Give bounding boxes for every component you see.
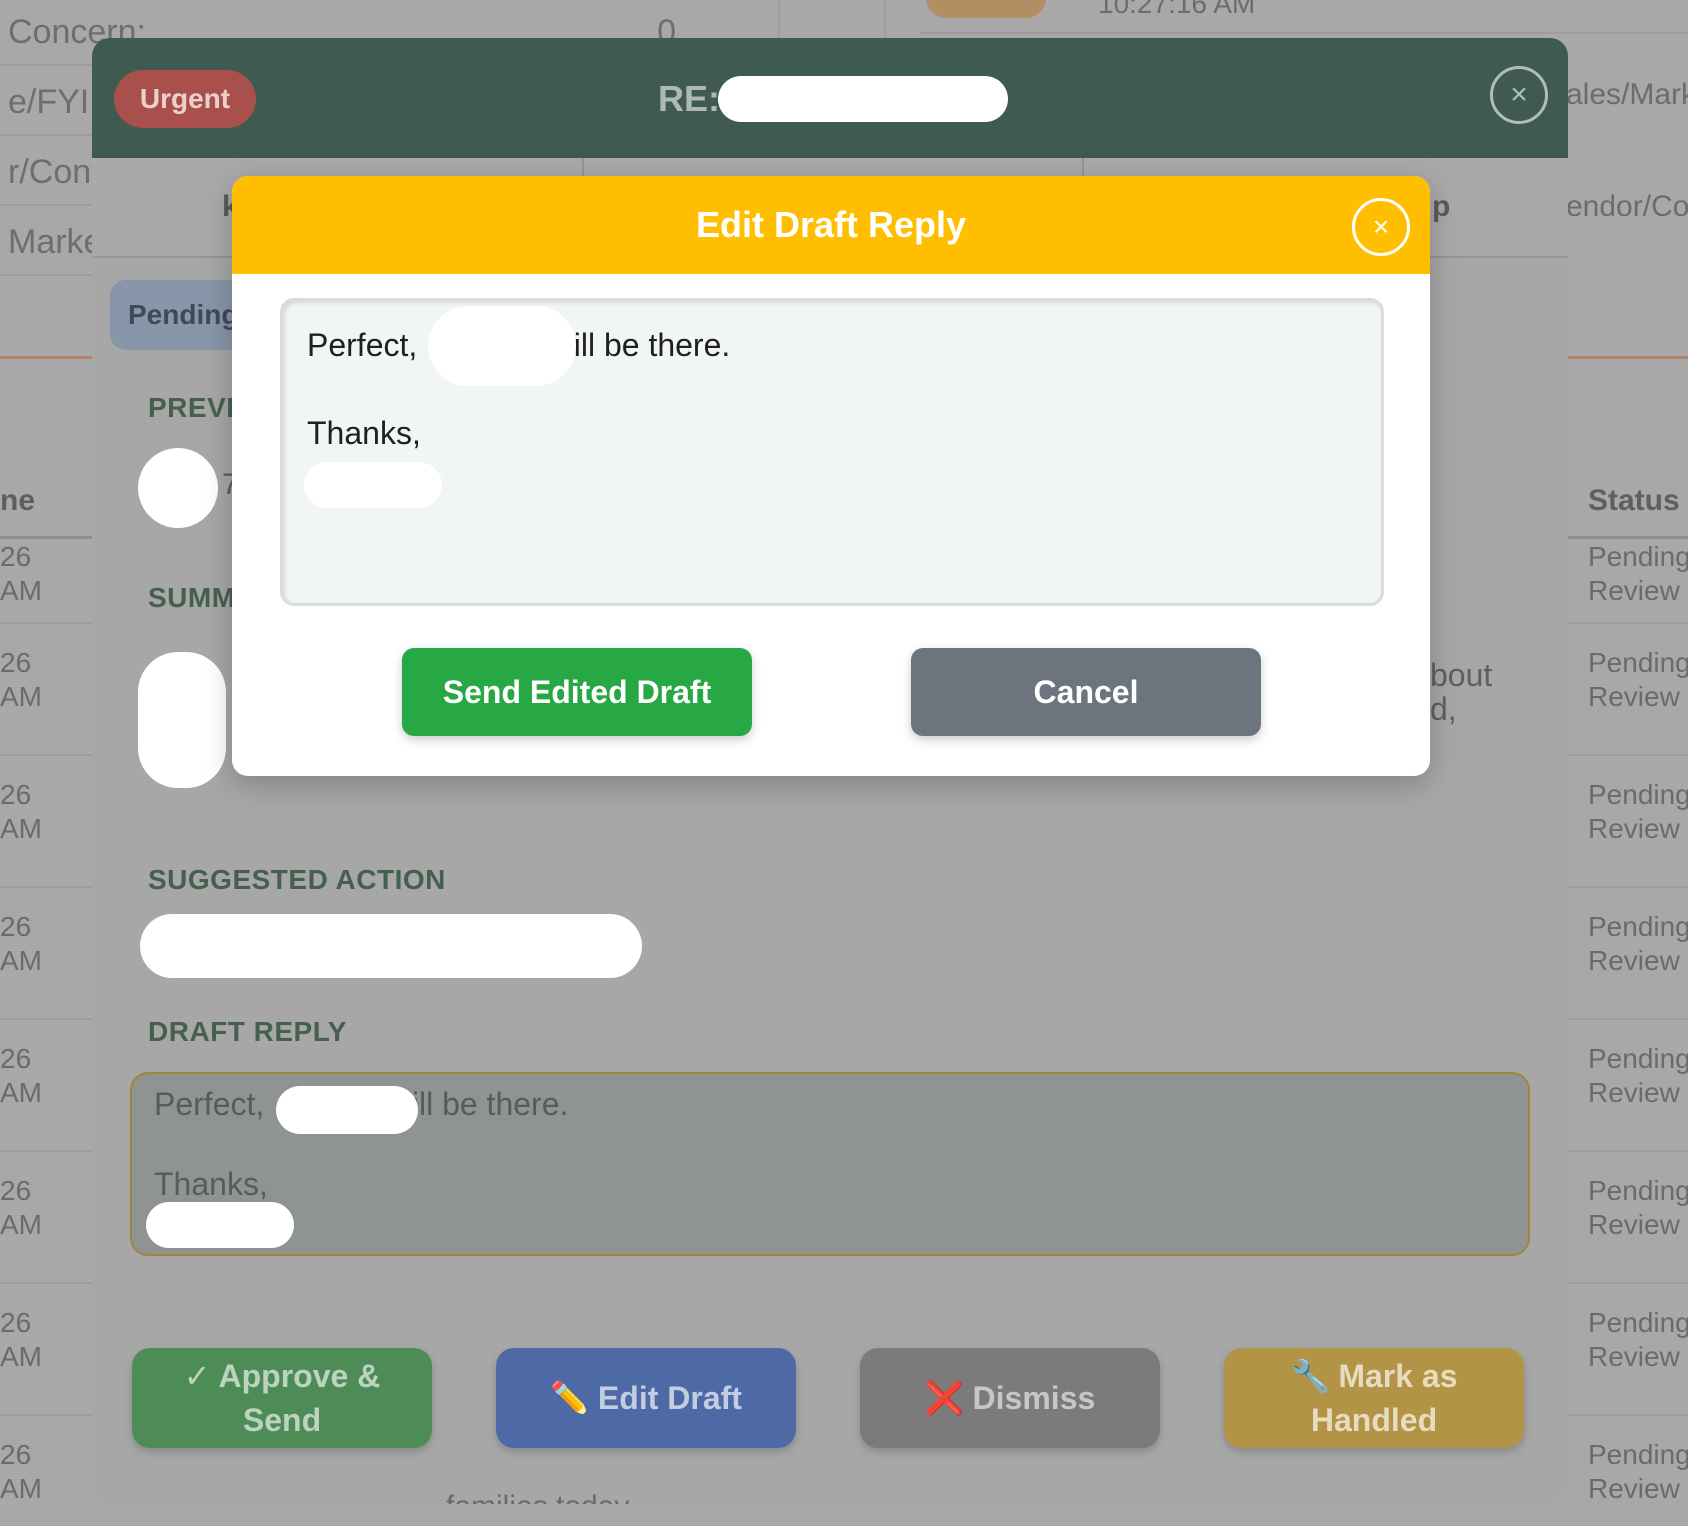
stat-label: e/FYI: [8,83,99,121]
row-time: 26 AM [0,1439,42,1504]
row-status: Pending Review [1588,1439,1688,1504]
category-cell: endor/Co [1566,190,1688,223]
section-label-draft-reply: DRAFT REPLY [148,1016,347,1047]
row-status: Pending Review [1588,1175,1688,1240]
edit-modal-title: Edit Draft Reply [695,204,967,245]
mark-handled-button[interactable]: 🔧 Mark as Handled [1224,1348,1524,1448]
section-label-preview: PREVI [148,392,235,423]
divider [1568,536,1688,539]
row-status: Pending Review [1588,541,1688,606]
close-icon: × [1372,211,1390,242]
row-time: 26 AM [0,541,42,606]
row-status: Pending Review [1588,1043,1688,1108]
category-cell: ales/Mark [1566,78,1688,111]
redacted-subject [718,76,1008,122]
divider [1082,158,1084,178]
send-edited-draft-button[interactable]: Send Edited Draft [402,648,752,736]
stat-label: r/Cont [8,153,101,191]
table-row-status: Pending Review [1568,1152,1688,1284]
category-pill [926,0,1046,18]
table-row-status: Pending Review [1568,624,1688,756]
redacted-summary [138,652,226,788]
column-header-status: Status [1588,484,1680,517]
edit-modal-header: Edit Draft Reply × [232,176,1430,274]
avatar [138,448,218,528]
summary-text: bout d, [1430,657,1493,727]
checkmark-icon: ✓ [183,1358,211,1394]
row-time: 26 AM [0,1175,42,1240]
divider [920,32,1688,34]
stat-label: Marke [8,223,103,261]
row-time: 26 AM [0,911,42,976]
row-time: 26 AM [0,1307,42,1372]
draft-reply-box: Perfect, will be there. Thanks, [130,1072,1530,1256]
table-row-status: Pending Review [1568,888,1688,1020]
detail-header: Urgent RE: × [92,38,1568,158]
tab-label[interactable]: p [1432,190,1450,224]
table-row-status: Pending Review [1568,1020,1688,1152]
table-row-status: Pending Review [1568,540,1688,624]
row-status: Pending Review [1588,911,1688,976]
cross-icon: ❌ [924,1380,965,1416]
section-label-summary: SUMM [148,582,236,613]
edit-draft-modal: Edit Draft Reply × Perfect, will be ther… [232,176,1430,776]
table-row-time: 26 AM [0,1020,92,1152]
edit-draft-label: Edit Draft [597,1380,742,1416]
row-status: Pending Review [1588,779,1688,844]
table-row-status: Pending Review [1568,1416,1688,1526]
table-row-time: 26 AM [0,624,92,756]
row-status: Pending Review [1588,647,1688,712]
edit-draft-button[interactable]: ✏️ Edit Draft [496,1348,796,1448]
table-row-time: 26 AM [0,1284,92,1416]
redacted-name [276,1086,418,1134]
wrench-icon: 🔧 [1290,1358,1331,1394]
table-row-time: 26 AM [0,540,92,624]
mark-handled-label: Mark as Handled [1310,1358,1458,1438]
row-time: 26 AM [0,779,42,844]
subject-prefix: RE: [658,78,720,119]
dismiss-button[interactable]: ❌ Dismiss [860,1348,1160,1448]
table-row-time: 26 AM [0,1152,92,1284]
close-icon: × [1510,78,1528,111]
dismiss-label: Dismiss [972,1380,1096,1416]
row-time: 26 AM [0,1043,42,1108]
close-edit-modal-button[interactable]: × [1352,198,1410,256]
table-row-time: 26 AM [0,756,92,888]
column-header-time: ne [0,484,36,517]
redacted-name [428,306,576,386]
section-label-suggested-action: SUGGESTED ACTION [148,864,446,895]
approve-send-label: Approve & Send [218,1358,381,1438]
table-row-status: Pending Review [1568,1284,1688,1416]
priority-badge: Urgent [114,70,256,128]
summary-text-fragment: families today [446,1490,629,1504]
divider [0,536,92,539]
redacted-suggested-action [140,914,642,978]
cancel-button[interactable]: Cancel [911,648,1261,736]
close-detail-button[interactable]: × [1490,66,1548,124]
row-status: Pending Review [1588,1307,1688,1372]
table-row-time: 26 AM [0,1416,92,1526]
timestamp: 10:27:16 AM [1098,0,1256,19]
row-time: 26 AM [0,647,42,712]
redacted-signature [304,462,442,508]
redacted-signature [146,1202,294,1248]
table-row-time: 26 AM [0,888,92,1020]
table-row-status: Pending Review [1568,756,1688,888]
divider [582,158,584,178]
approve-send-button[interactable]: ✓ Approve & Send [132,1348,432,1448]
pencil-icon: ✏️ [550,1380,590,1416]
